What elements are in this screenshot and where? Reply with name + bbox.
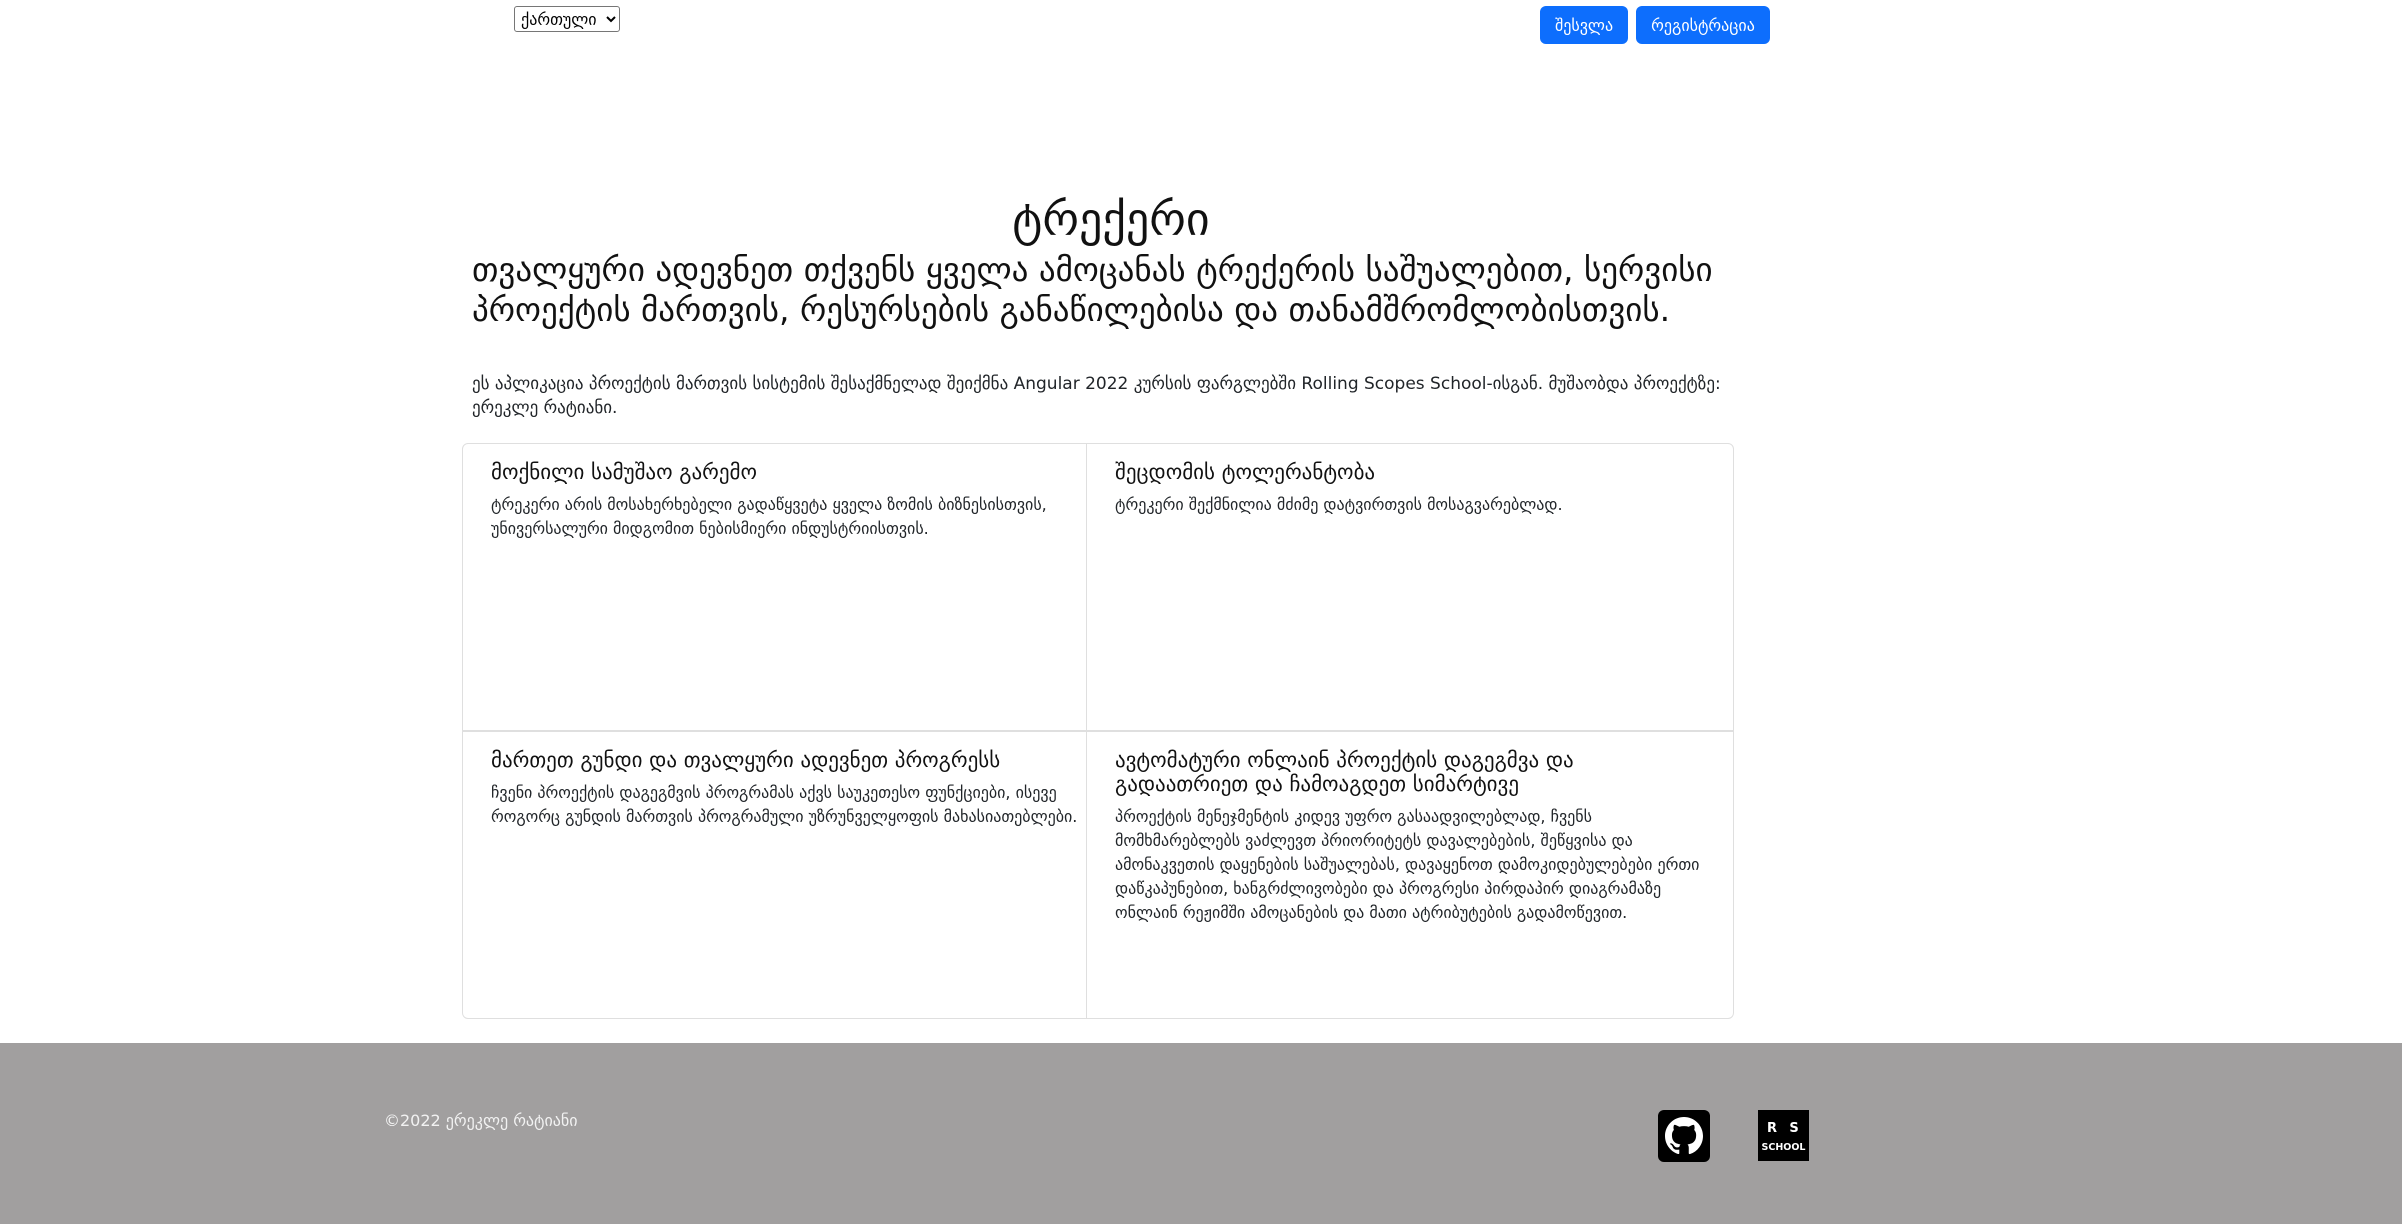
github-icon xyxy=(1665,1117,1703,1155)
svg-text:R: R xyxy=(1767,1121,1777,1136)
login-button[interactable]: შესვლა xyxy=(1540,6,1628,44)
feature-card-title: ავტომატური ონლაინ პროექტის დაგეგმვა და გ… xyxy=(1115,748,1574,796)
svg-text:SCHOOL: SCHOOL xyxy=(1762,1142,1807,1153)
footer: ©2022 ერეკლე რატიანი R S SCHOOL xyxy=(0,1043,2402,1224)
feature-card-title: მოქნილი სამუშაო გარემო xyxy=(491,460,758,484)
hero-description: ეს აპლიკაცია პროექტის მართვის სისტემის შ… xyxy=(472,374,1721,418)
feature-card-title: მართეთ გუნდი და თვალყური ადევნეთ პროგრეს… xyxy=(491,748,1001,772)
feature-card-text: ტრეკერი არის მოსახერხებელი გადაწყვეტა ყვ… xyxy=(491,495,1047,538)
feature-card-auto-planning: ავტომატური ონლაინ პროექტის დაგეგმვა და გ… xyxy=(1086,731,1734,1019)
feature-card-flexible-workspace: მოქნილი სამუშაო გარემო ტრეკერი არის მოსა… xyxy=(462,443,1088,731)
language-select[interactable]: ქართული xyxy=(514,6,620,32)
feature-card-fault-tolerance: შეცდომის ტოლერანტობა ტრეკერი შექმნილია მ… xyxy=(1086,443,1734,731)
copyright-text: ©2022 ერეკლე რატიანი xyxy=(384,1111,578,1130)
feature-card-title: შეცდომის ტოლერანტობა xyxy=(1115,460,1376,484)
rs-school-link[interactable]: R S SCHOOL xyxy=(1758,1110,1809,1161)
feature-card-text: პროექტის მენეჯმენტის კიდევ უფრო გასაადვი… xyxy=(1115,807,1700,922)
feature-card-text: ჩვენი პროექტის დაგეგმვის პროგრამას აქვს … xyxy=(491,783,1078,826)
svg-text:S: S xyxy=(1789,1121,1798,1136)
register-button[interactable]: რეგისტრაცია xyxy=(1636,6,1770,44)
hero-subtitle: თვალყური ადევნეთ თქვენს ყველა ამოცანას ტ… xyxy=(472,250,1713,329)
page-title: ტრექერი xyxy=(1012,192,1210,246)
rs-school-logo: R S SCHOOL xyxy=(1762,1121,1807,1153)
feature-card-team-progress: მართეთ გუნდი და თვალყური ადევნეთ პროგრეს… xyxy=(462,731,1088,1019)
feature-card-text: ტრეკერი შექმნილია მძიმე დატვირთვის მოსაგ… xyxy=(1115,495,1563,514)
github-link[interactable] xyxy=(1658,1110,1710,1162)
